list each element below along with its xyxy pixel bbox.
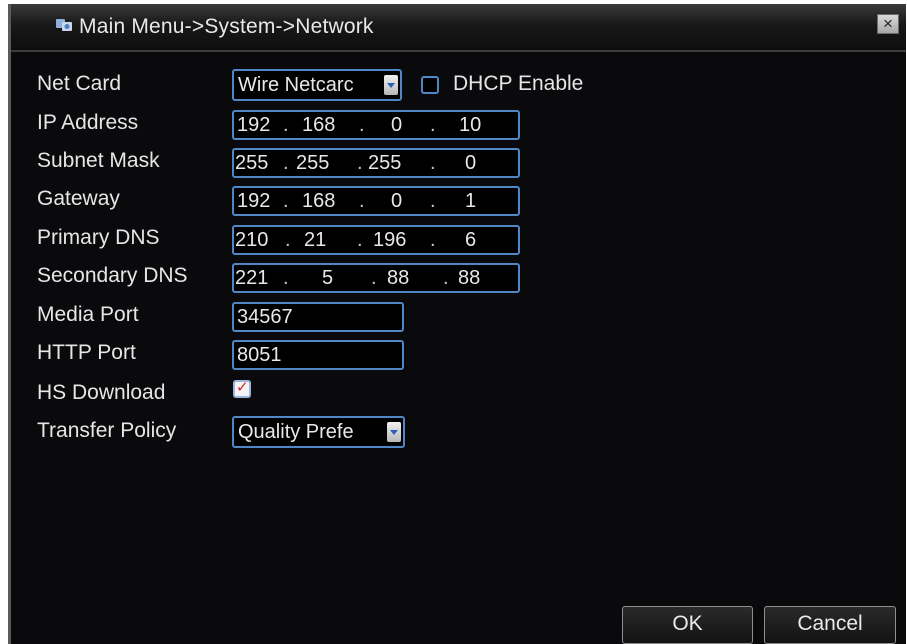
net-card-label: Net Card xyxy=(37,72,122,95)
chevron-down-icon xyxy=(387,422,401,442)
ip-octet-3: 0 xyxy=(391,114,403,136)
dhcp-enable-checkbox[interactable] xyxy=(421,76,439,94)
ip-address-label: IP Address xyxy=(37,111,139,134)
chevron-down-icon xyxy=(384,75,398,95)
title-bar: Main Menu->System->Network × xyxy=(11,4,906,52)
settings-gear-icon xyxy=(56,19,72,31)
octet-separator: . xyxy=(359,114,365,136)
octet-separator: . xyxy=(283,267,289,289)
ip-address-input[interactable]: 192 . 168 . 0 . 10 xyxy=(232,110,520,140)
net-card-select[interactable]: Wire Netcarc xyxy=(232,69,402,101)
subnet-mask-label: Subnet Mask xyxy=(37,149,160,172)
ip-octet-2: 168 xyxy=(302,114,336,136)
gateway-input[interactable]: 192 . 168 . 0 . 1 xyxy=(232,186,520,216)
octet-separator: . xyxy=(359,190,365,212)
gateway-octet-3: 0 xyxy=(391,190,403,212)
primary-dns-octet-1: 210 xyxy=(235,229,269,251)
gateway-octet-4: 1 xyxy=(465,190,477,212)
http-port-input[interactable]: 8051 xyxy=(232,340,404,370)
primary-dns-label: Primary DNS xyxy=(37,226,160,249)
secondary-dns-octet-3: 88 xyxy=(387,267,410,289)
secondary-dns-octet-4: 88 xyxy=(458,267,481,289)
octet-separator: . xyxy=(283,114,289,136)
gateway-octet-2: 168 xyxy=(302,190,336,212)
subnet-mask-input[interactable]: 255 . 255 . 255 . 0 xyxy=(232,148,520,178)
gateway-octet-1: 192 xyxy=(237,190,271,212)
window-title: Main Menu->System->Network xyxy=(79,15,374,38)
cancel-button[interactable]: Cancel xyxy=(764,606,896,644)
transfer-policy-value: Quality Prefe xyxy=(238,421,354,443)
network-settings-window: Main Menu->System->Network × Net Card Wi… xyxy=(8,4,906,644)
hs-download-label: HS Download xyxy=(37,381,166,404)
primary-dns-input[interactable]: 210 . 21 . 196 . 6 xyxy=(232,225,520,255)
dhcp-enable-label: DHCP Enable xyxy=(453,72,584,95)
octet-separator: . xyxy=(443,267,449,289)
primary-dns-octet-2: 21 xyxy=(304,229,327,251)
octet-separator: . xyxy=(283,190,289,212)
media-port-input[interactable]: 34567 xyxy=(232,302,404,332)
subnet-octet-1: 255 xyxy=(235,152,269,174)
transfer-policy-label: Transfer Policy xyxy=(37,419,177,442)
secondary-dns-octet-1: 221 xyxy=(235,267,269,289)
media-port-label: Media Port xyxy=(37,303,139,326)
primary-dns-octet-3: 196 xyxy=(373,229,407,251)
ip-octet-4: 10 xyxy=(459,114,482,136)
transfer-policy-select[interactable]: Quality Prefe xyxy=(232,416,405,448)
ip-octet-1: 192 xyxy=(237,114,271,136)
octet-separator: . xyxy=(357,229,363,251)
gateway-label: Gateway xyxy=(37,187,120,210)
net-card-value: Wire Netcarc xyxy=(238,74,354,96)
checkmark-icon: ✓ xyxy=(236,379,249,396)
secondary-dns-label: Secondary DNS xyxy=(37,264,188,287)
http-port-label: HTTP Port xyxy=(37,341,136,364)
subnet-octet-3: 255 xyxy=(368,152,402,174)
network-form: Net Card Wire Netcarc DHCP Enable IP Add… xyxy=(11,52,906,644)
octet-separator: . xyxy=(357,152,363,174)
subnet-octet-4: 0 xyxy=(465,152,477,174)
octet-separator: . xyxy=(285,229,291,251)
octet-separator: . xyxy=(430,114,436,136)
media-port-value: 34567 xyxy=(237,306,293,328)
octet-separator: . xyxy=(430,190,436,212)
secondary-dns-input[interactable]: 221 . 5 . 88 . 88 xyxy=(232,263,520,293)
primary-dns-octet-4: 6 xyxy=(465,229,477,251)
octet-separator: . xyxy=(430,229,436,251)
octet-separator: . xyxy=(371,267,377,289)
subnet-octet-2: 255 xyxy=(296,152,330,174)
close-button[interactable]: × xyxy=(877,14,899,34)
octet-separator: . xyxy=(430,152,436,174)
ok-button[interactable]: OK xyxy=(622,606,753,644)
hs-download-checkbox[interactable]: ✓ xyxy=(233,379,251,398)
http-port-value: 8051 xyxy=(237,344,282,366)
secondary-dns-octet-2: 5 xyxy=(322,267,334,289)
octet-separator: . xyxy=(283,152,289,174)
